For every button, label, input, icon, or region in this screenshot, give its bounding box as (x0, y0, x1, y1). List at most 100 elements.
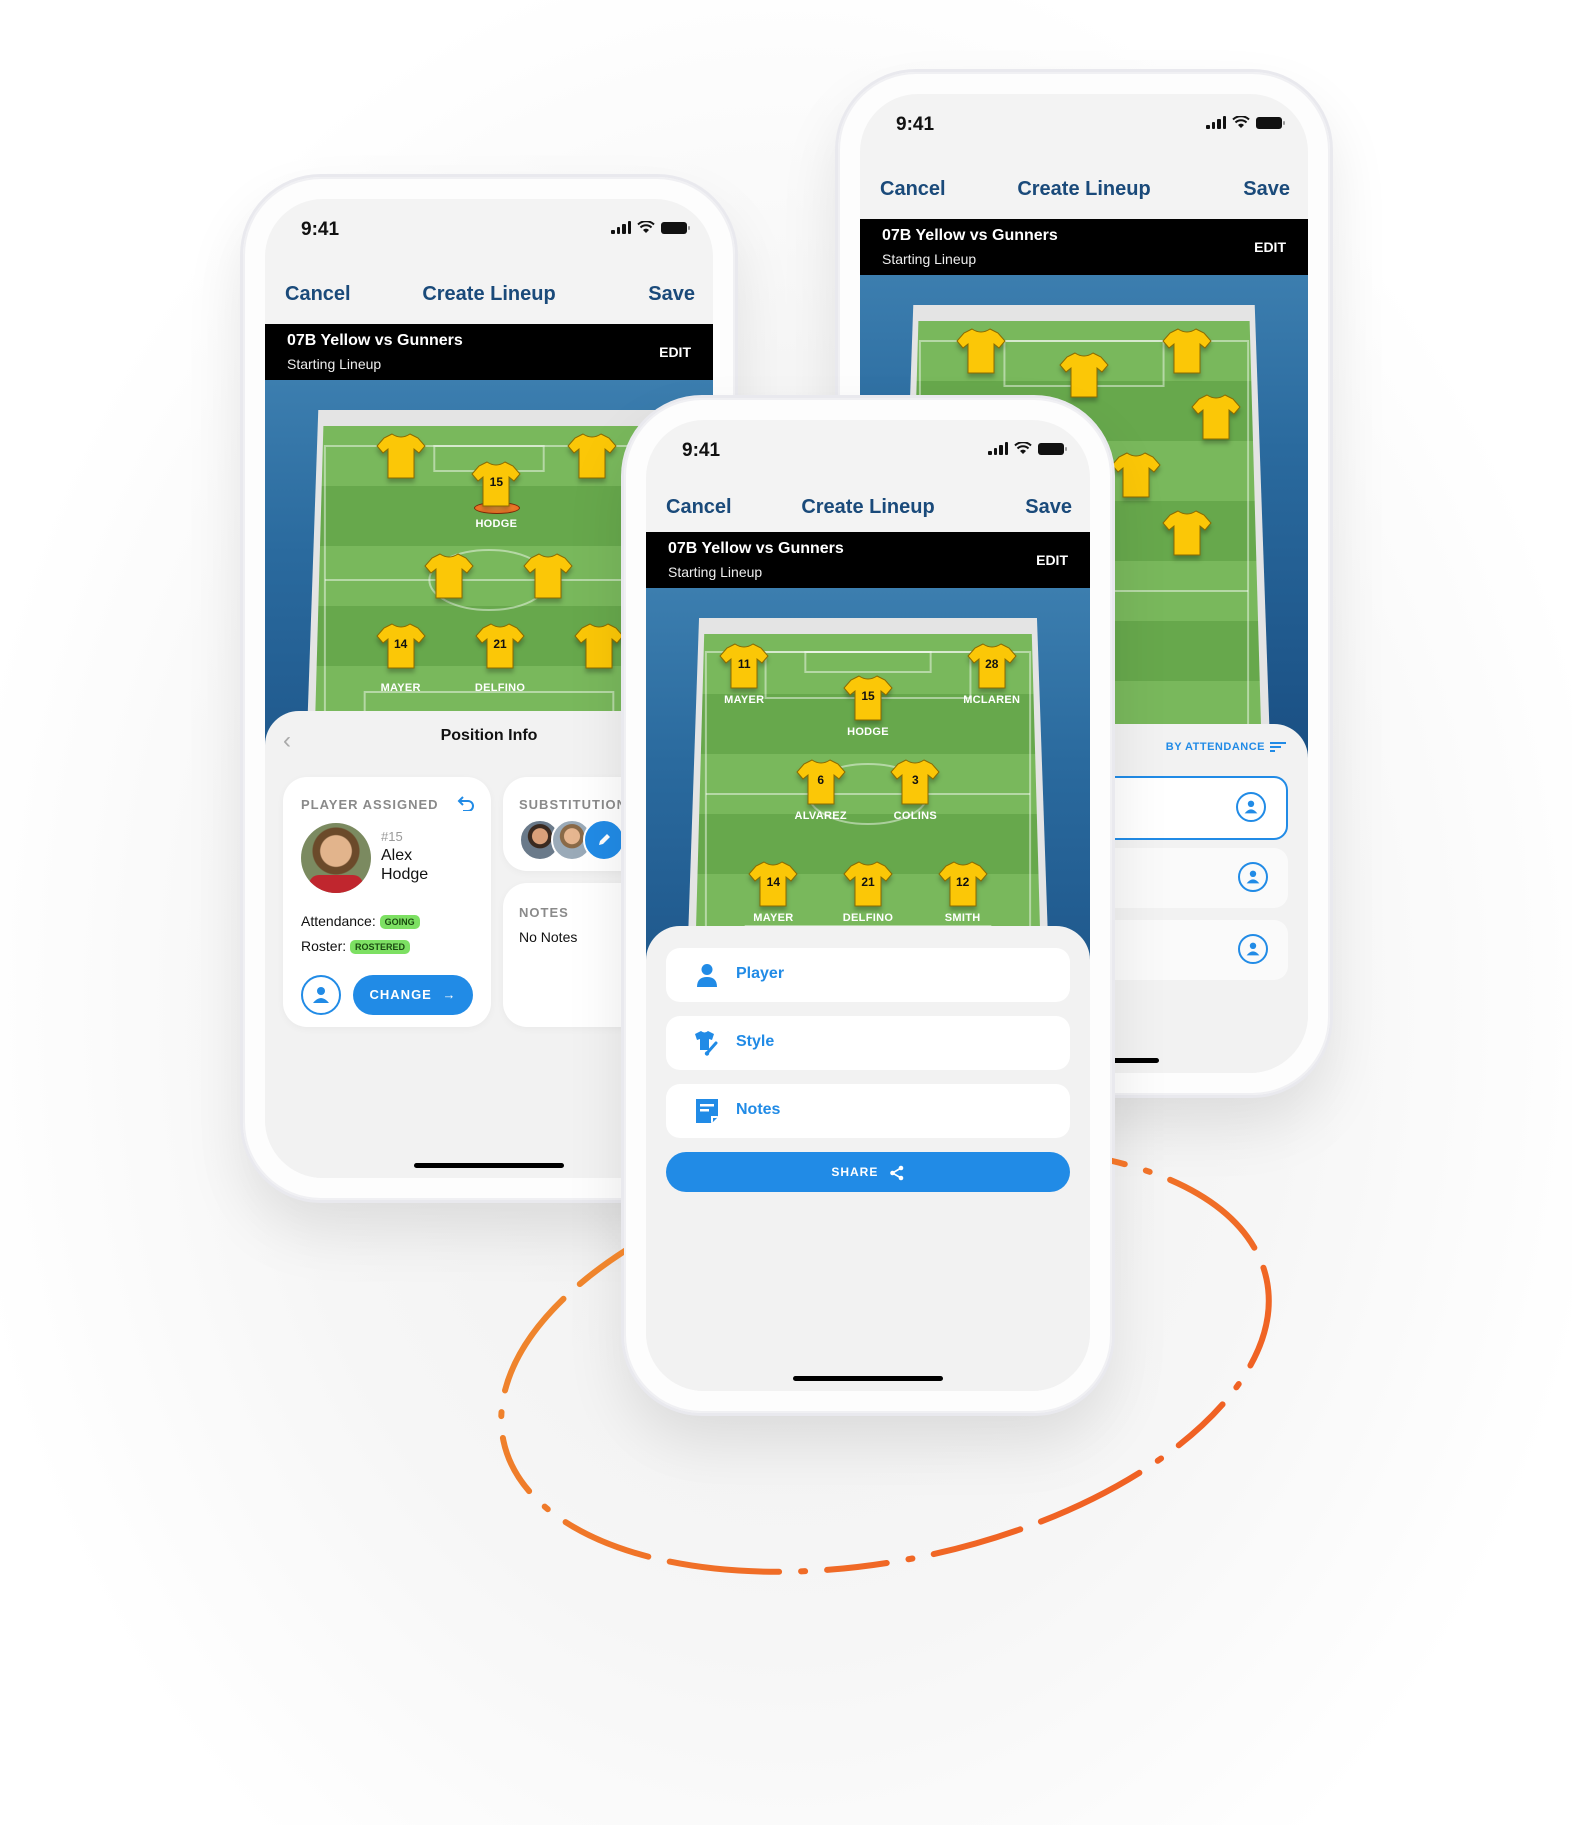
player-slot[interactable]: 3 COLINS (880, 756, 950, 822)
sort-button[interactable]: BY ATTENDANCE (1166, 741, 1286, 753)
screen: 9:41 Cancel Create Lineup Save 07B Yello… (646, 420, 1090, 1391)
roster-badge: ROSTERED (350, 940, 411, 955)
attendance-label: Attendance: (301, 913, 376, 929)
nav-bar: Cancel Create Lineup Save (860, 164, 1308, 214)
home-indicator (793, 1376, 943, 1381)
player-slot[interactable] (1049, 349, 1119, 401)
player-slot[interactable] (1152, 325, 1222, 377)
player-slot[interactable] (946, 325, 1016, 377)
wifi-icon (1232, 116, 1250, 128)
player-name: MAYER (724, 694, 765, 706)
substitutions-label: SUBSTITUTIONS (519, 797, 637, 812)
page-title: Create Lineup (1017, 178, 1151, 200)
match-subtitle: Starting Lineup (287, 356, 382, 372)
player-slot[interactable] (1152, 507, 1222, 559)
player-number: 28 (985, 657, 999, 671)
change-button[interactable]: CHANGE → (353, 975, 473, 1015)
user-avatar-icon[interactable] (1236, 792, 1266, 822)
save-button[interactable]: Save (648, 283, 695, 306)
menu-item-label: Player (736, 965, 785, 982)
player-slot[interactable]: 6 ALVAREZ (786, 756, 856, 822)
pencil-icon (599, 834, 610, 845)
menu-item-label: Notes (736, 1101, 781, 1118)
player-name: DELFINO (842, 912, 894, 924)
menu-item-notes[interactable]: Notes (666, 1084, 1070, 1138)
player-slot[interactable]: 28 MCLAREN (957, 640, 1027, 706)
player-slot[interactable] (366, 430, 436, 482)
actions-sheet: Player Style Notes SHARE (646, 926, 1090, 1391)
player-number: 3 (911, 773, 919, 787)
player-photo-avatar (301, 823, 371, 893)
home-indicator (414, 1163, 564, 1168)
page-title: Create Lineup (801, 496, 935, 518)
save-button[interactable]: Save (1243, 178, 1290, 201)
player-slot[interactable] (1181, 391, 1251, 443)
player-name: HODGE (847, 726, 889, 738)
player-name: SMITH (944, 912, 981, 924)
signal-icon (1206, 116, 1226, 129)
menu-item-label: Style (736, 1033, 775, 1050)
menu-item-player[interactable]: Player (666, 948, 1070, 1002)
player-slot-selected[interactable]: 15 HODGE (461, 458, 531, 530)
status-bar: 9:41 (860, 94, 1308, 144)
player-name: ALVAREZ (794, 810, 847, 822)
player-number: 21 (861, 875, 875, 889)
roster-row: Roster: ROSTERED (301, 938, 411, 955)
edit-substitutions-button[interactable] (583, 819, 625, 861)
player-slot[interactable]: 21 DELFINO (465, 620, 535, 694)
player-name: DELFINO (474, 682, 526, 694)
signal-icon (988, 442, 1008, 455)
player-number: 6 (817, 773, 825, 787)
person-icon (313, 987, 329, 1003)
match-header: 07B Yellow vs Gunners Starting Lineup ED… (646, 532, 1090, 588)
attendance-row: Attendance: GOING (301, 913, 420, 930)
player-slot[interactable]: 15 HODGE (833, 672, 903, 738)
share-icon (889, 1165, 903, 1181)
player-slot[interactable]: 21 DELFINO (833, 858, 903, 924)
player-number: 11 (737, 657, 751, 671)
attendance-badge: GOING (379, 915, 420, 930)
signal-icon (611, 221, 631, 234)
user-avatar-icon[interactable] (1238, 934, 1268, 964)
player-number: 21 (493, 637, 507, 651)
player-name: MCLAREN (963, 694, 1021, 706)
status-time: 9:41 (896, 114, 935, 135)
edit-button[interactable]: EDIT (1036, 552, 1068, 568)
player-first-name: Alex (381, 847, 413, 864)
wifi-icon (637, 221, 655, 233)
nav-bar: Cancel Create Lineup Save (265, 269, 713, 319)
note-icon (696, 1099, 718, 1123)
player-number: 15 (489, 475, 504, 489)
wifi-icon (1014, 442, 1032, 454)
sort-icon (1270, 742, 1286, 752)
nav-bar: Cancel Create Lineup Save (646, 482, 1090, 532)
share-button[interactable]: SHARE (666, 1152, 1070, 1192)
player-assigned-label: PLAYER ASSIGNED (301, 797, 439, 812)
notes-value: No Notes (519, 929, 578, 945)
menu-item-style[interactable]: Style (666, 1016, 1070, 1070)
battery-icon (1256, 116, 1285, 129)
sort-label: BY ATTENDANCE (1165, 741, 1265, 753)
status-bar: 9:41 (646, 420, 1090, 470)
player-slot[interactable]: 11 MAYER (709, 640, 779, 706)
edit-button[interactable]: EDIT (1254, 239, 1286, 255)
edit-button[interactable]: EDIT (659, 344, 691, 360)
player-slot[interactable]: 12 SMITH (928, 858, 998, 924)
status-time: 9:41 (682, 440, 721, 461)
shirt-brush-icon (695, 1031, 718, 1056)
match-subtitle: Starting Lineup (882, 251, 977, 267)
undo-icon[interactable] (457, 795, 475, 811)
player-slot[interactable] (557, 430, 627, 482)
player-slot[interactable] (414, 550, 484, 602)
user-avatar-icon[interactable] (1238, 862, 1268, 892)
match-header: 07B Yellow vs Gunners Starting Lineup ED… (860, 219, 1308, 275)
status-time: 9:41 (301, 219, 340, 240)
player-slot[interactable]: 14 MAYER (366, 620, 436, 694)
match-subtitle: Starting Lineup (668, 564, 763, 580)
player-number: 14 (393, 637, 408, 651)
player-slot[interactable] (513, 550, 583, 602)
save-button[interactable]: Save (1025, 496, 1072, 519)
profile-button[interactable] (301, 975, 341, 1015)
phone-center: 9:41 Cancel Create Lineup Save 07B Yello… (624, 398, 1112, 1413)
player-slot[interactable]: 14 MAYER (738, 858, 808, 924)
